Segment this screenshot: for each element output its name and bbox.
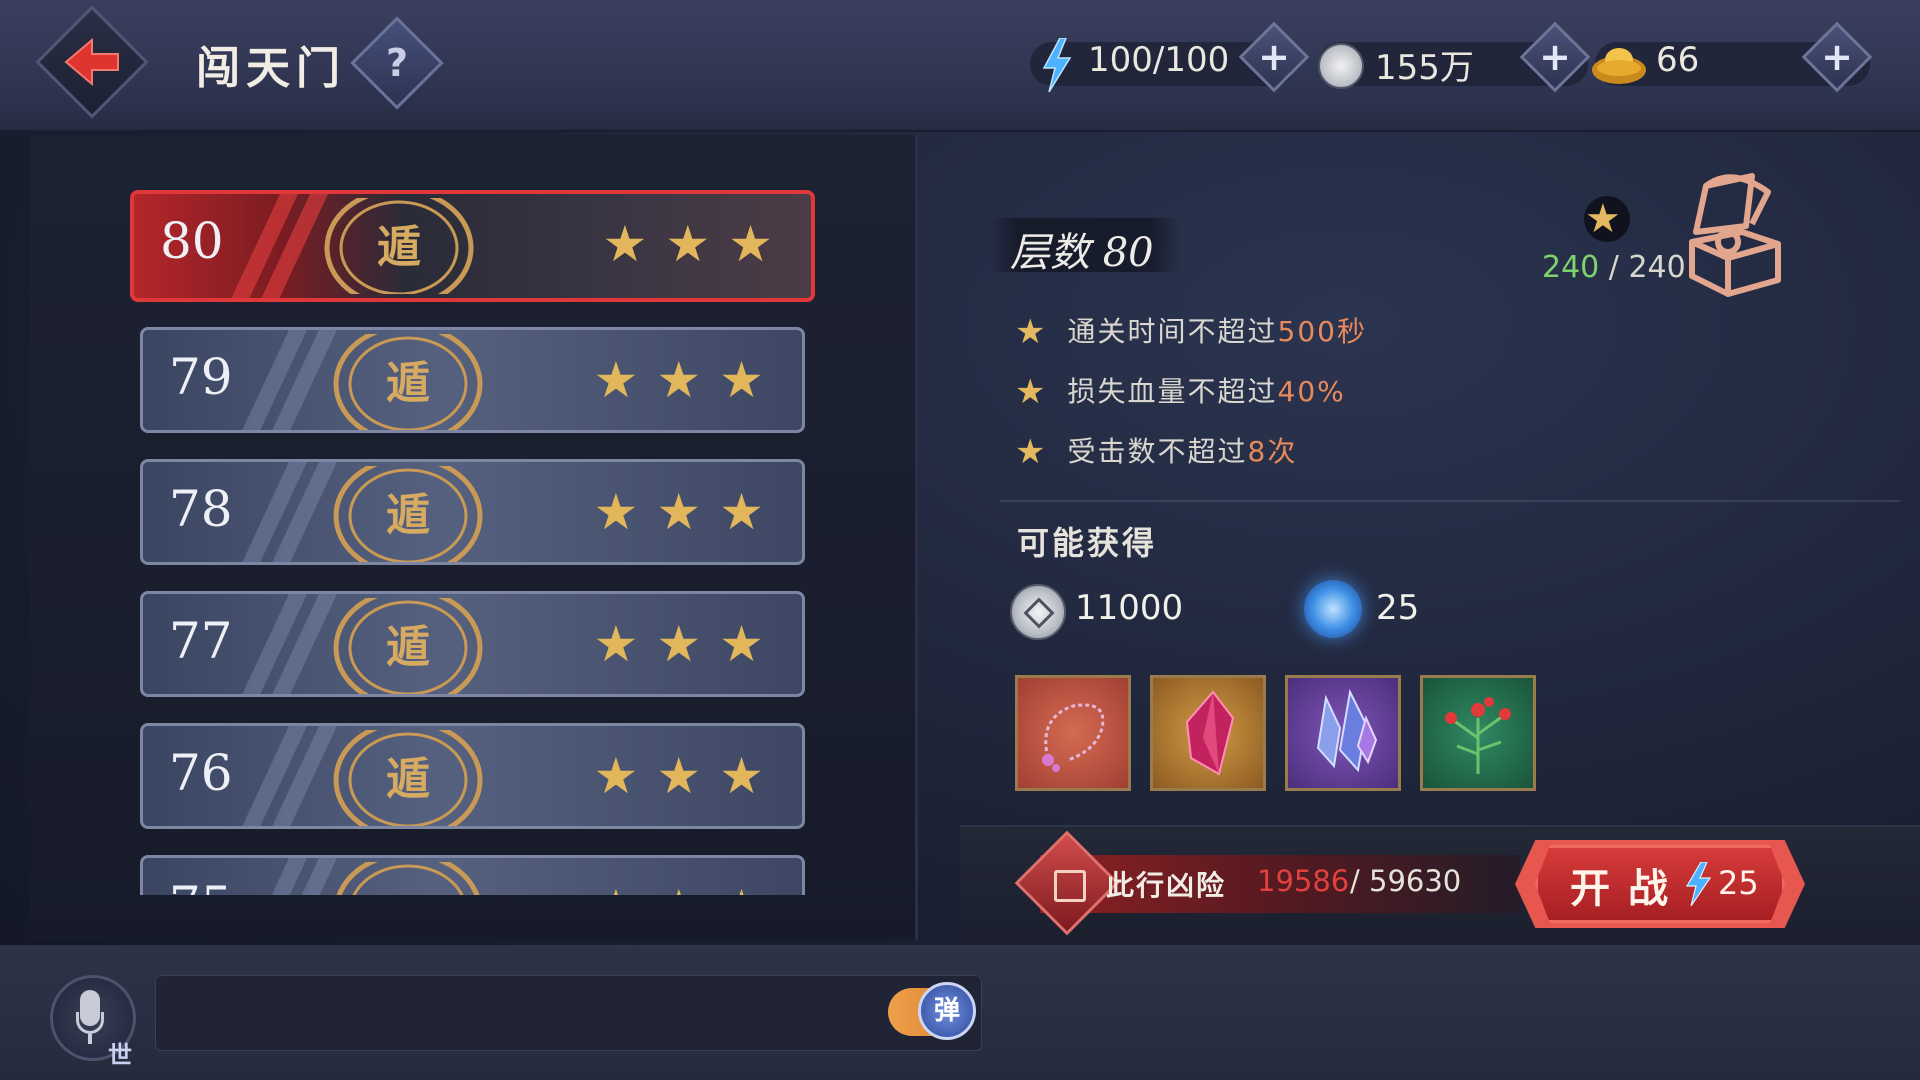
- treasure-chest-icon[interactable]: [1672, 172, 1784, 300]
- level-list[interactable]: 80 遁 ★★★ 79 遁 ★★★ 78 遁 ★★★ 77 遁 ★★★ 76 遁…: [0, 0, 900, 895]
- star-icon: ★: [1015, 312, 1048, 352]
- floor-label: 层数 80: [1010, 230, 1154, 276]
- battle-cost: 25: [1718, 864, 1759, 902]
- level-number: 80: [160, 212, 224, 270]
- condition-value: 40%: [1277, 375, 1346, 408]
- stamina-value: 100/100: [1088, 40, 1230, 80]
- coins-value: 155万: [1375, 48, 1474, 88]
- reward-item-necklace[interactable]: [1015, 675, 1131, 791]
- silver-coin-icon: [1010, 584, 1066, 640]
- boss-emblem-icon: 遁: [333, 730, 483, 826]
- plus-icon[interactable]: +: [1812, 32, 1862, 82]
- reward-spirit-value: 25: [1376, 588, 1420, 628]
- rewards-title: 可能获得: [1017, 524, 1158, 562]
- silver-coin-icon: [1318, 43, 1364, 89]
- plus-icon[interactable]: +: [1530, 32, 1580, 82]
- card-stripe: [233, 858, 307, 895]
- condition-text: 受击数不超过: [1067, 435, 1248, 468]
- star-icon: ★: [1015, 372, 1048, 412]
- red-crystal-icon: [1185, 690, 1235, 776]
- microphone-leg: [88, 1034, 92, 1044]
- danger-current: 19586: [1257, 864, 1350, 898]
- scroll-icon: [1054, 870, 1086, 902]
- start-battle-label[interactable]: 开战: [1570, 856, 1686, 914]
- level-card-80[interactable]: 80 遁 ★★★: [130, 190, 815, 302]
- necklace-icon: [1042, 703, 1105, 772]
- level-number: 79: [169, 348, 233, 406]
- chat-channel-label[interactable]: 世: [108, 1035, 132, 1070]
- star-icon: ★: [1585, 196, 1621, 242]
- level-number: 78: [169, 480, 233, 538]
- boss-emblem-icon: 遁: [324, 198, 474, 294]
- reward-item-red-crystal[interactable]: [1150, 675, 1266, 791]
- level-number: 76: [169, 744, 233, 802]
- chat-input[interactable]: [155, 975, 982, 1051]
- danger-total: / 59630: [1350, 864, 1462, 898]
- svg-text:遁: 遁: [386, 622, 430, 673]
- panel-divider: [915, 135, 918, 940]
- boss-emblem-icon: 遁: [333, 598, 483, 694]
- condition-hits: ★ 受击数不超过8次: [1015, 430, 1297, 472]
- star-rating: ★★★: [593, 747, 782, 805]
- level-number: 77: [169, 612, 233, 670]
- svg-text:遁: 遁: [386, 754, 430, 805]
- svg-text:遁: 遁: [377, 222, 421, 273]
- level-number: 75: [169, 876, 233, 895]
- purple-crystal-icon: [1316, 688, 1378, 773]
- reward-item-purple-crystal[interactable]: [1285, 675, 1401, 791]
- level-card-75[interactable]: 75 ★★★: [140, 855, 805, 895]
- red-flower-herb-icon: [1445, 697, 1511, 774]
- boss-emblem-icon: 遁: [333, 466, 483, 562]
- lightning-icon: [1685, 862, 1712, 906]
- barrage-toggle-knob[interactable]: 弹: [918, 982, 976, 1040]
- list-viewport-edge: 75 ★★★: [0, 855, 900, 895]
- star-progress: 240 / 240: [1542, 250, 1686, 285]
- condition-time: ★ 通关时间不超过500秒: [1015, 310, 1367, 352]
- star-rating: ★★★: [593, 615, 782, 673]
- level-card-77[interactable]: 77 遁 ★★★: [140, 591, 805, 697]
- star-rating: ★★★: [602, 215, 791, 273]
- danger-label: 此行凶险: [1106, 869, 1227, 902]
- condition-value: 8次: [1247, 435, 1298, 468]
- boss-emblem-icon: [336, 862, 480, 895]
- boss-emblem-icon: 遁: [333, 334, 483, 430]
- level-card-76[interactable]: 76 遁 ★★★: [140, 723, 805, 829]
- section-divider: [1000, 500, 1900, 502]
- svg-text:遁: 遁: [386, 358, 430, 409]
- spirit-orb-icon: [1304, 580, 1362, 638]
- plus-icon[interactable]: +: [1249, 32, 1299, 82]
- condition-text: 通关时间不超过: [1067, 315, 1278, 348]
- condition-hp-loss: ★ 损失血量不超过40%: [1015, 370, 1346, 412]
- condition-text: 损失血量不超过: [1067, 375, 1278, 408]
- lightning-icon: [1042, 38, 1072, 92]
- ingots-value: 66: [1656, 40, 1700, 80]
- svg-text:遁: 遁: [386, 490, 430, 541]
- reward-item-herb[interactable]: [1420, 675, 1536, 791]
- star-rating: ★★★: [593, 351, 782, 409]
- star-progress-current: 240: [1542, 250, 1600, 285]
- condition-value: 500秒: [1277, 315, 1367, 348]
- gold-ingot-icon: [1592, 48, 1646, 84]
- level-card-78[interactable]: 78 遁 ★★★: [140, 459, 805, 565]
- star-rating: ★★★: [593, 483, 782, 541]
- reward-coins-value: 11000: [1075, 588, 1184, 628]
- level-card-79[interactable]: 79 遁 ★★★: [140, 327, 805, 433]
- star-icon: ★: [1015, 432, 1048, 472]
- star-rating: ★★★: [594, 880, 782, 895]
